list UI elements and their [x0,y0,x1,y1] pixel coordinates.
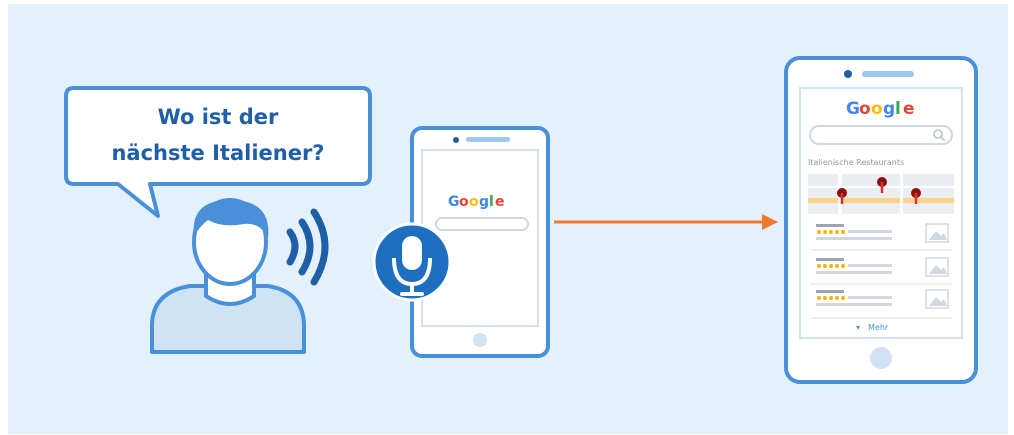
speech-bubble-line2: nächste Italiener? [111,141,324,165]
logo-letter: o [871,99,883,119]
voice-search-diagram: Wo ist der nächste Italiener? G o o g l … [8,4,1008,434]
right-phone-google-logo: G o o g l e [846,99,915,119]
logo-letter: o [859,99,871,119]
logo-letter: G [846,99,860,119]
illustration: Wo ist der nächste Italiener? G o o g l … [0,0,1014,435]
right-phone-search-field[interactable] [809,125,953,145]
speech-bubble-line1: Wo ist der [158,105,279,129]
results-heading: Italienische Restaurants [808,158,904,167]
left-phone-search-field[interactable] [435,217,529,231]
right-phone: G o o g l e Italienische Restaurants ▾ M… [784,56,978,384]
left-phone-google-logo: G o o g l e [448,194,505,210]
logo-letter: o [459,194,469,210]
logo-letter: g [479,194,489,210]
logo-letter: l [489,194,494,210]
more-link[interactable]: Mehr [868,323,889,332]
logo-letter: e [495,194,505,210]
logo-letter: g [883,99,895,119]
logo-letter: e [903,99,915,119]
microphone-icon[interactable] [372,222,452,302]
logo-letter: G [448,194,460,210]
logo-letter: o [469,194,479,210]
logo-letter: l [895,99,901,119]
chevron-down-icon: ▾ [856,323,860,332]
